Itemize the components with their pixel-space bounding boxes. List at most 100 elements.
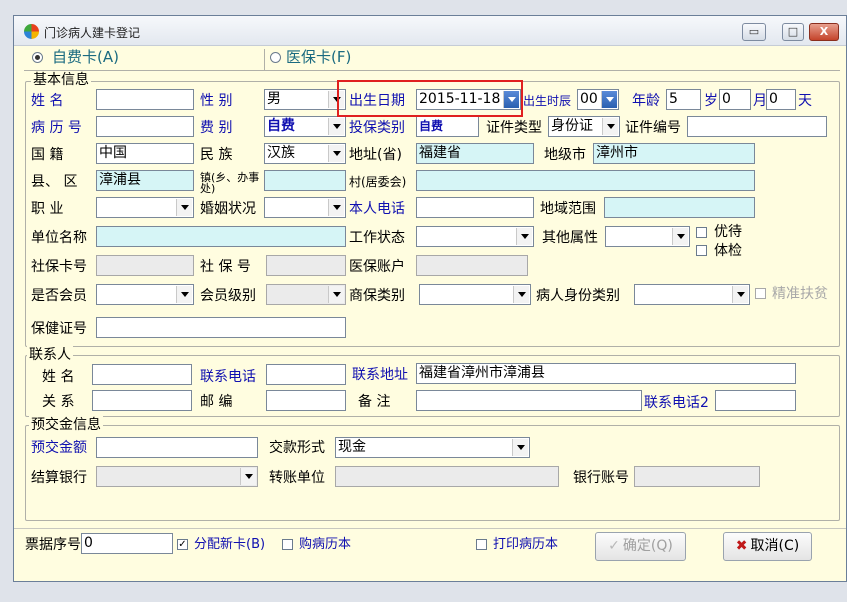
contact-phone-input[interactable] <box>266 364 346 385</box>
poverty-label: 精准扶贫 <box>772 286 828 302</box>
cancel-button[interactable]: ✖ 取消(C) <box>723 532 812 561</box>
employer-input[interactable] <box>96 226 346 247</box>
chevron-down-icon <box>672 228 688 245</box>
social-card-label: 社保卡号 <box>31 259 87 275</box>
region-input[interactable] <box>604 197 755 218</box>
fee-type-select[interactable]: 自费 <box>264 116 346 137</box>
other-attr-select[interactable] <box>605 226 690 247</box>
county-label: 县、 区 <box>31 174 78 190</box>
health-no-input[interactable] <box>96 317 346 338</box>
village-input[interactable] <box>416 170 755 191</box>
print-book-label: 打印病历本 <box>493 537 559 552</box>
contact-name-input[interactable] <box>92 364 192 385</box>
member-level-select[interactable] <box>266 284 346 305</box>
ins-account-label: 医保账户 <box>349 259 405 275</box>
chevron-down-icon <box>328 199 344 216</box>
phone-label: 本人电话 <box>349 201 405 217</box>
county-input[interactable]: 漳浦县 <box>96 170 194 191</box>
occupation-select[interactable] <box>96 197 194 218</box>
ins-account-input[interactable] <box>416 255 528 276</box>
gender-select[interactable]: 男 <box>264 89 346 110</box>
ethnicity-label: 民 族 <box>200 147 233 163</box>
title-bar: 门诊病人建卡登记 ▭ □ X <box>14 16 846 46</box>
name-input[interactable] <box>96 89 194 110</box>
marital-label: 婚姻状况 <box>200 201 256 217</box>
note-input[interactable] <box>416 390 642 411</box>
new-card-checkbox[interactable]: ✓ <box>177 539 188 550</box>
days-unit: 天 <box>798 93 812 109</box>
work-status-label: 工作状态 <box>349 230 405 246</box>
contact-address-label: 联系地址 <box>352 367 408 383</box>
birth-date-label: 出生日期 <box>349 93 405 109</box>
insured-type-input[interactable]: 自费 <box>416 116 479 137</box>
relation-label: 关 系 <box>42 394 75 410</box>
window-title: 门诊病人建卡登记 <box>44 26 141 40</box>
chevron-down-icon <box>176 286 192 303</box>
birth-hour-select[interactable]: 00 <box>577 89 619 110</box>
record-no-input[interactable] <box>96 116 194 137</box>
age-months-input[interactable]: 0 <box>719 89 751 110</box>
years-unit: 岁 <box>704 93 718 109</box>
chevron-down-icon <box>176 199 192 216</box>
ticket-no-input[interactable]: 0 <box>81 533 173 554</box>
birth-date-picker[interactable]: 2015-11-18 <box>416 89 521 110</box>
contact-phone-label: 联系电话 <box>200 369 256 385</box>
bank-account-input[interactable] <box>634 466 760 487</box>
chevron-down-icon <box>513 286 529 303</box>
ethnicity-select[interactable]: 汉族 <box>264 143 346 164</box>
chevron-down-icon <box>516 228 532 245</box>
tab-self-pay[interactable]: 自费卡(A) <box>52 47 119 67</box>
priority-label: 优待 <box>714 224 742 240</box>
province-label: 地址(省) <box>349 147 402 163</box>
deposit-title: 预交金信息 <box>29 416 103 434</box>
insurance-radio[interactable] <box>270 52 281 63</box>
check-icon: ✓ <box>608 538 620 554</box>
deposit-amount-input[interactable] <box>96 437 258 458</box>
relation-input[interactable] <box>92 390 192 411</box>
tab-insurance[interactable]: 医保卡(F) <box>286 47 351 67</box>
social-no-label: 社 保 号 <box>200 259 251 275</box>
member-select[interactable] <box>96 284 194 305</box>
commercial-ins-select[interactable] <box>419 284 531 305</box>
chevron-down-icon <box>732 286 748 303</box>
age-days-input[interactable]: 0 <box>766 89 796 110</box>
city-label: 地级市 <box>544 147 586 163</box>
bank-select[interactable] <box>96 466 258 487</box>
contact-phone2-input[interactable] <box>715 390 796 411</box>
minimize-button[interactable]: ▭ <box>742 23 766 41</box>
id-type-select[interactable]: 身份证 <box>548 116 620 137</box>
province-input[interactable]: 福建省 <box>416 143 534 164</box>
transfer-unit-input[interactable] <box>335 466 559 487</box>
zip-label: 邮 编 <box>200 394 233 410</box>
note-label: 备 注 <box>358 394 391 410</box>
member-level-label: 会员级别 <box>200 288 256 304</box>
zip-input[interactable] <box>266 390 346 411</box>
contact-address-input[interactable]: 福建省漳州市漳浦县 <box>416 363 796 384</box>
social-card-input[interactable] <box>96 255 194 276</box>
town-input[interactable] <box>264 170 346 191</box>
maximize-button[interactable]: □ <box>782 23 804 41</box>
chevron-down-icon <box>512 439 528 456</box>
buy-book-checkbox[interactable] <box>282 539 293 550</box>
id-no-input[interactable] <box>687 116 827 137</box>
nationality-input[interactable]: 中国 <box>96 143 194 164</box>
contact-phone2-label: 联系电话2 <box>644 395 709 411</box>
phone-input[interactable] <box>416 197 534 218</box>
poverty-checkbox[interactable] <box>755 288 766 299</box>
self-pay-radio[interactable] <box>32 52 43 63</box>
checkup-checkbox[interactable] <box>696 245 707 256</box>
social-no-input[interactable] <box>266 255 346 276</box>
city-input[interactable]: 漳州市 <box>593 143 755 164</box>
contact-name-label: 姓 名 <box>42 369 75 385</box>
work-status-select[interactable] <box>416 226 534 247</box>
age-years-input[interactable]: 5 <box>666 89 701 110</box>
priority-checkbox[interactable] <box>696 227 707 238</box>
pay-type-select[interactable]: 现金 <box>335 437 530 458</box>
marital-select[interactable] <box>264 197 346 218</box>
ok-button[interactable]: ✓ 确定(Q) <box>595 532 686 561</box>
close-button[interactable]: X <box>809 23 839 41</box>
patient-type-select[interactable] <box>634 284 750 305</box>
contact-title: 联系人 <box>27 346 73 364</box>
print-book-checkbox[interactable] <box>476 539 487 550</box>
other-attr-label: 其他属性 <box>542 230 598 246</box>
